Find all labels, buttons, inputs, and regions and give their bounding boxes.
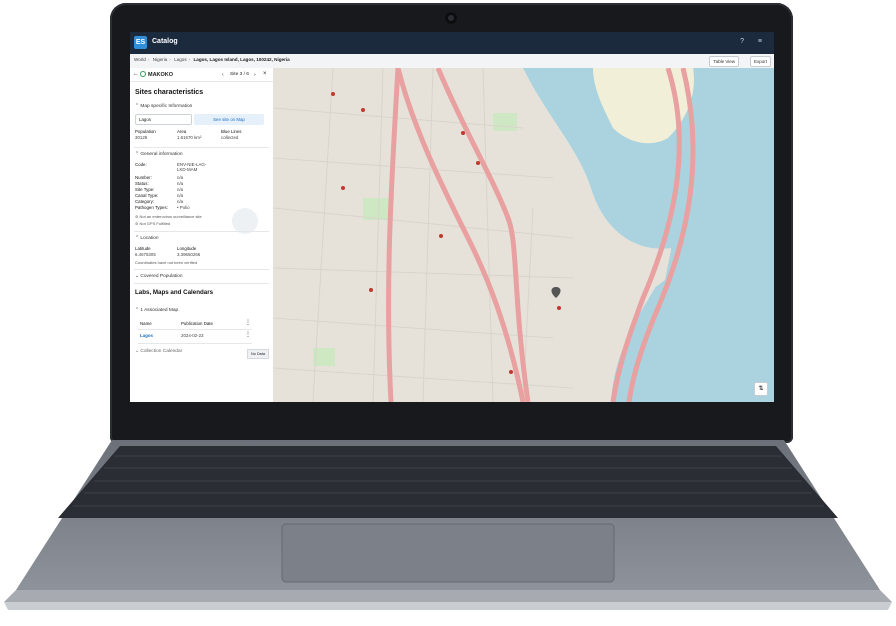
pathogen-value: • Polio (177, 205, 190, 210)
back-arrow-icon[interactable]: ← (133, 71, 139, 77)
site-nav-label: Site 3 / 6 (230, 72, 249, 77)
breadcrumb: World › Nigeria › Lagos › Lagos, Lagos Isla… (130, 54, 774, 69)
map-specific-label: Map specific Information (140, 104, 193, 109)
collection-calendar-label: Collection Calendar (140, 349, 183, 354)
associated-map-label: 1 Associated Map (140, 308, 179, 313)
breadcrumb-current: Lagos, Lagos Island, Lagos, 100242, Nige… (193, 57, 290, 62)
surveillance-note: ⊘ Not an enterovirus surveillance site (135, 214, 202, 219)
site-marker[interactable] (361, 108, 365, 112)
close-icon[interactable]: × (263, 71, 267, 77)
divider (134, 147, 269, 148)
map-name-input[interactable]: Lagos (135, 114, 192, 125)
location-section[interactable]: ⌃ Location (135, 236, 159, 241)
site-marker[interactable] (557, 306, 561, 310)
site-type-value: n/a (177, 187, 184, 192)
breadcrumb-world[interactable]: World (134, 57, 146, 62)
table-view-button[interactable]: Table View (709, 56, 739, 67)
status-label: Status: (135, 181, 149, 186)
header-icons[interactable]: ? ≡ (740, 38, 768, 45)
location-label: Location (140, 236, 159, 241)
number-label: Number: (135, 175, 152, 180)
street-map[interactable] (273, 68, 774, 402)
blue-lines-label: Blue Lines (221, 129, 242, 134)
webcam (445, 12, 457, 24)
covered-population-section[interactable]: ⌄ Covered Population (135, 274, 183, 279)
divider (134, 231, 269, 232)
latitude-label: Latitude (135, 246, 151, 251)
table-header-name: Name (140, 321, 152, 326)
longitude-value: 3.39650266 (177, 252, 201, 257)
category-value: n/a (177, 199, 184, 204)
category-label: Category: (135, 199, 155, 204)
canal-type-value: n/a (177, 193, 184, 198)
area-value: 1.61670 km² (177, 135, 202, 140)
longitude-label: Longitude (177, 246, 197, 251)
site-panel: ← MAKOKO ‹ Site 3 / 6 › × Sites characte… (130, 68, 274, 402)
see-site-on-map-button[interactable]: See site on Map (194, 114, 264, 125)
no-data-badge: No Data (247, 349, 269, 359)
pathogen-value-text: Polio (179, 205, 190, 210)
app-logo[interactable]: ES (134, 36, 147, 49)
sites-characteristics-heading: Sites characteristics (135, 89, 204, 96)
table-divider (138, 329, 252, 330)
gps-note-text: Not GPS Fulfilled (139, 221, 171, 226)
header-more-icon[interactable]: ⋮ (245, 319, 251, 326)
surveillance-note-text: Not an enterovirus surveillance site (139, 214, 202, 219)
map-publication-date: 2024-02-23 (181, 333, 204, 338)
export-button[interactable]: Export (749, 56, 771, 67)
site-marker[interactable] (369, 288, 373, 292)
keyboard-deck (4, 440, 892, 610)
row-more-icon[interactable]: ⋮ (245, 331, 251, 338)
site-marker[interactable] (461, 131, 465, 135)
next-site-icon[interactable]: › (254, 72, 256, 78)
pathogen-label: Pathogen Types: (135, 205, 168, 210)
table-divider (138, 343, 252, 344)
blue-lines-value: collected (221, 135, 239, 140)
collection-calendar-section[interactable]: ⌄ Collection Calendar (135, 349, 182, 354)
map-view[interactable]: ⇅ (273, 68, 774, 402)
population-value: 30129 (135, 135, 148, 140)
general-info-label: General information (140, 152, 183, 157)
divider (134, 283, 269, 284)
gps-note: ⊘ Not GPS Fulfilled (135, 221, 171, 226)
latitude-value: 6.4675305 (135, 252, 156, 257)
app-header: ES Catalog ? ≡ (130, 32, 774, 54)
site-type-label: Site Type: (135, 187, 155, 192)
status-value: n/a (177, 181, 184, 186)
park-area (493, 113, 517, 131)
general-info-section[interactable]: ⌃ General information (135, 152, 183, 157)
keyboard (58, 446, 838, 518)
associated-map-section[interactable]: ⌃ 1 Associated Map (135, 308, 178, 313)
laptop-base (0, 440, 896, 621)
site-status-icon (140, 71, 146, 77)
breadcrumb-lagos[interactable]: Lagos (174, 57, 187, 62)
app-title: Catalog (152, 38, 178, 45)
population-label: Population (135, 129, 156, 134)
prev-site-icon[interactable]: ‹ (222, 72, 224, 78)
map-specific-section[interactable]: ⌃ Map specific Information (135, 104, 192, 109)
site-marker[interactable] (439, 234, 443, 238)
laptop-lid: ES Catalog ? ≡ World › Nigeria › Lagos › La… (110, 3, 793, 443)
map-layers-icon[interactable]: ⇅ (754, 382, 768, 396)
site-marker[interactable] (476, 161, 480, 165)
map-link[interactable]: Lagos (140, 333, 153, 338)
number-value: n/a (177, 175, 184, 180)
site-marker[interactable] (509, 370, 513, 374)
labs-maps-heading: Labs, Maps and Calendars (135, 289, 214, 296)
site-panel-header: ← MAKOKO ‹ Site 3 / 6 › × (130, 68, 273, 82)
area-label: Area (177, 129, 187, 134)
table-header-date: Publication Date (181, 321, 213, 326)
canal-type-label: Canal Type: (135, 193, 159, 198)
coordinates-note: Coordinates have not been verified (135, 260, 198, 265)
breadcrumb-nigeria[interactable]: Nigeria (153, 57, 168, 62)
code-value: ENV-NIE-LAG-LKD-MAM (177, 162, 207, 172)
covered-population-label: Covered Population (140, 274, 183, 279)
laptop-screen: ES Catalog ? ≡ World › Nigeria › Lagos › La… (130, 32, 774, 402)
touchpad[interactable] (281, 523, 615, 583)
site-marker[interactable] (341, 186, 345, 190)
divider (134, 269, 269, 270)
site-name: MAKOKO (148, 72, 174, 78)
code-label: Code: (135, 162, 147, 167)
site-marker[interactable] (331, 92, 335, 96)
